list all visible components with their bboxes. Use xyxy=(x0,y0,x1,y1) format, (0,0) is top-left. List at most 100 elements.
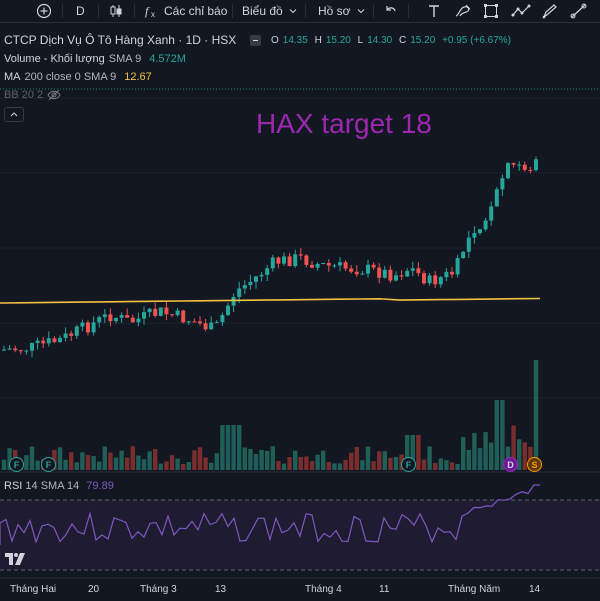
path-tool-button[interactable] xyxy=(511,0,531,22)
ma-legend[interactable]: MA 200 close 0 SMA 9 12.67 xyxy=(4,71,156,83)
candle-body xyxy=(332,265,337,267)
profile-dropdown[interactable]: Hồ sơ xyxy=(318,0,366,22)
volume-bar xyxy=(466,449,471,470)
candle-body xyxy=(349,268,354,272)
candle-body xyxy=(153,308,158,316)
candle-body xyxy=(270,257,275,269)
candle-body xyxy=(226,305,230,316)
x-axis-label: Tháng 3 xyxy=(140,584,177,595)
candle-body xyxy=(41,340,46,344)
volume-bar xyxy=(220,425,225,470)
volume-bar xyxy=(63,459,68,470)
volume-bar xyxy=(533,360,539,470)
brush-tool-button[interactable] xyxy=(454,0,472,22)
candle-body xyxy=(511,163,516,165)
change-value: +0.95 (+6.67%) xyxy=(442,35,511,46)
layout-dropdown[interactable]: Biểu đồ xyxy=(242,0,298,22)
volume-bar xyxy=(169,455,175,470)
pen-tool-button[interactable] xyxy=(541,0,559,22)
profile-label: Hồ sơ xyxy=(318,4,351,18)
volume-bar xyxy=(360,460,365,470)
candle-body xyxy=(455,258,460,275)
volume-bar xyxy=(309,461,315,470)
volume-bar xyxy=(281,463,287,470)
volume-bar xyxy=(192,450,197,470)
symbol-name[interactable]: CTCP Dịch Vụ Ô Tô Hàng Xanh · 1D · HSX xyxy=(4,33,236,47)
candle-body xyxy=(438,277,443,285)
chart-type-button[interactable] xyxy=(108,0,124,22)
candle-body xyxy=(461,251,466,259)
volume-bar xyxy=(136,455,141,470)
candle-body xyxy=(466,237,471,252)
volume-bar xyxy=(477,448,483,470)
earnings-badge[interactable]: F xyxy=(401,457,416,472)
candle-body xyxy=(276,257,281,264)
interval-button[interactable]: D xyxy=(76,0,85,22)
volume-bar xyxy=(321,450,326,470)
volume-bar xyxy=(186,462,191,470)
volume-bar xyxy=(197,447,203,470)
volume-bar xyxy=(181,463,186,470)
ma-value: 12.67 xyxy=(124,71,152,83)
candle-body xyxy=(91,322,96,333)
split-badge[interactable]: S xyxy=(527,457,542,472)
volume-bar xyxy=(24,455,29,470)
volume-bars xyxy=(1,360,539,470)
volume-bar xyxy=(265,451,270,470)
candle-body xyxy=(24,350,29,352)
eye-off-icon[interactable] xyxy=(47,89,61,101)
volume-bar xyxy=(276,460,281,470)
candle-body xyxy=(422,273,426,284)
candles-icon xyxy=(110,5,122,17)
candle-body xyxy=(450,271,454,275)
volume-bar xyxy=(287,456,292,470)
candle-body xyxy=(7,348,12,350)
candle-body xyxy=(125,315,130,318)
volume-bar xyxy=(242,447,247,470)
x-axis-label: 14 xyxy=(529,584,541,595)
legend-toggle-button[interactable] xyxy=(4,107,24,122)
candle-body xyxy=(405,270,410,277)
volume-bar xyxy=(298,456,303,470)
volume-legend[interactable]: Volume - Khối lượng SMA 9 4.572M xyxy=(4,53,190,65)
collapse-button[interactable] xyxy=(250,35,261,46)
target-annotation[interactable]: HAX target 18 xyxy=(256,108,432,140)
rsi-legend[interactable]: RSI 14 SMA 14 79.89 xyxy=(4,480,114,492)
ruler-tool-button[interactable] xyxy=(570,0,588,22)
x-axis-label: Tháng 4 xyxy=(305,584,342,595)
top-toolbar: D fx Các chỉ báo Biểu đồ Hồ sơ xyxy=(0,0,600,23)
undo-icon xyxy=(386,6,396,12)
volume-bar xyxy=(489,442,494,470)
fx-icon: fx xyxy=(145,4,155,19)
pen-icon xyxy=(542,4,557,19)
rectangle-icon xyxy=(484,4,498,18)
svg-text:f: f xyxy=(145,4,150,18)
candle-body xyxy=(2,349,6,351)
candle-body xyxy=(114,317,118,322)
volume-bar xyxy=(237,425,242,470)
text-tool-button[interactable] xyxy=(426,0,442,22)
candle-body xyxy=(371,264,376,268)
earnings-badge[interactable]: F xyxy=(9,457,24,472)
undo-button[interactable] xyxy=(384,0,398,22)
candle-body xyxy=(310,264,314,268)
candle-body xyxy=(130,317,135,323)
candle-body xyxy=(433,275,438,285)
bb-legend[interactable]: BB 20 2 xyxy=(4,89,61,101)
volume-bar xyxy=(365,446,371,470)
rectangle-tool-button[interactable] xyxy=(483,0,499,22)
plus-circle-icon xyxy=(36,3,52,19)
candle-body xyxy=(74,326,79,336)
candle-body xyxy=(326,263,331,266)
earnings-badge[interactable]: F xyxy=(41,457,56,472)
rsi-value: 79.89 xyxy=(86,480,114,492)
volume-bar xyxy=(461,437,466,470)
volume-value: 4.572M xyxy=(149,53,186,65)
indicators-button[interactable]: fx Các chỉ báo xyxy=(144,0,227,22)
candle-body xyxy=(517,164,522,166)
dividend-badge[interactable]: D xyxy=(503,457,518,472)
add-symbol-button[interactable] xyxy=(36,0,52,22)
volume-bar xyxy=(326,462,331,470)
candle-body xyxy=(483,220,488,230)
tradingview-logo-icon[interactable] xyxy=(4,551,26,567)
